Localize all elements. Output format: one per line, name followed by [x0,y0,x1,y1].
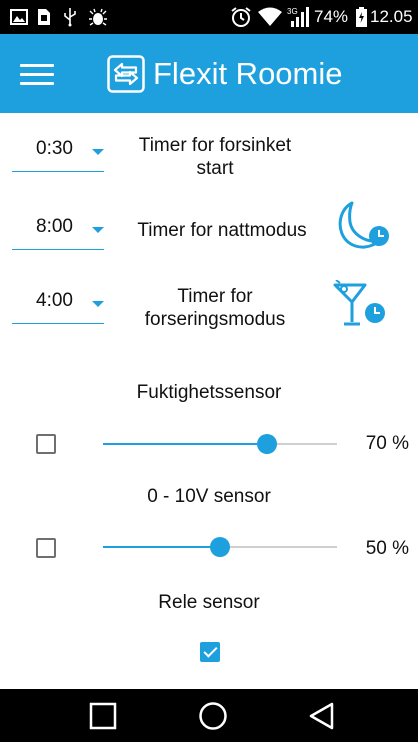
boost-mode-timer-dropdown[interactable]: 4:00 [12,284,104,324]
delayed-start-timer-dropdown[interactable]: 0:30 [12,132,104,172]
slider-thumb[interactable] [210,537,230,557]
navigation-bar [0,689,418,742]
usb-icon [63,0,77,34]
relay-sensor-title: Rele sensor [158,592,260,613]
night-mode-label: Timer for nattmodus [137,220,307,241]
clock-time: 12.05 [370,7,413,26]
back-icon[interactable] [292,689,352,742]
app-bar: Flexit Roomie [0,34,418,113]
relay-sensor-checkbox[interactable] [200,642,220,662]
hamburger-menu-icon[interactable] [14,52,60,96]
signal-3g-icon: 3G [287,0,311,34]
dropdown-arrow-icon [92,227,104,233]
humidity-sensor-checkbox[interactable] [36,434,56,454]
voltage-sensor-value: 50 % [365,538,409,559]
dropdown-arrow-icon [92,301,104,307]
home-icon[interactable] [183,689,243,742]
svg-text:3G: 3G [287,7,298,16]
sim-icon [37,0,51,34]
humidity-sensor-slider[interactable] [103,432,337,456]
status-bar: 3G 74% 12.05 [0,0,418,34]
dropdown-value: 4:00 [36,290,73,311]
wifi-icon [258,0,282,34]
debug-bug-icon [89,0,107,34]
voltage-sensor-slider[interactable] [103,535,337,559]
swap-arrows-icon [107,55,145,93]
moon-clock-icon [338,201,389,249]
boost-mode-label: Timer for forseringsmodus [144,286,286,330]
night-mode-timer-dropdown[interactable]: 8:00 [12,210,104,250]
app-title: Flexit Roomie [153,56,343,91]
cocktail-clock-icon [333,280,385,326]
dropdown-arrow-icon [92,149,104,155]
slider-fill [103,546,220,548]
humidity-sensor-title: Fuktighetssensor [136,382,282,403]
battery-charging-icon [356,0,367,34]
humidity-sensor-value: 70 % [365,433,409,454]
delayed-start-label: Timer for forsinket start [138,135,292,179]
slider-thumb[interactable] [257,434,277,454]
slider-fill [103,443,267,445]
recent-apps-icon[interactable] [73,689,133,742]
dropdown-value: 8:00 [36,216,73,237]
battery-percent: 74% [314,7,349,26]
gallery-icon [10,0,28,34]
alarm-icon [230,0,252,34]
voltage-sensor-checkbox[interactable] [36,538,56,558]
dropdown-value: 0:30 [36,138,73,159]
voltage-sensor-title: 0 - 10V sensor [147,486,271,507]
